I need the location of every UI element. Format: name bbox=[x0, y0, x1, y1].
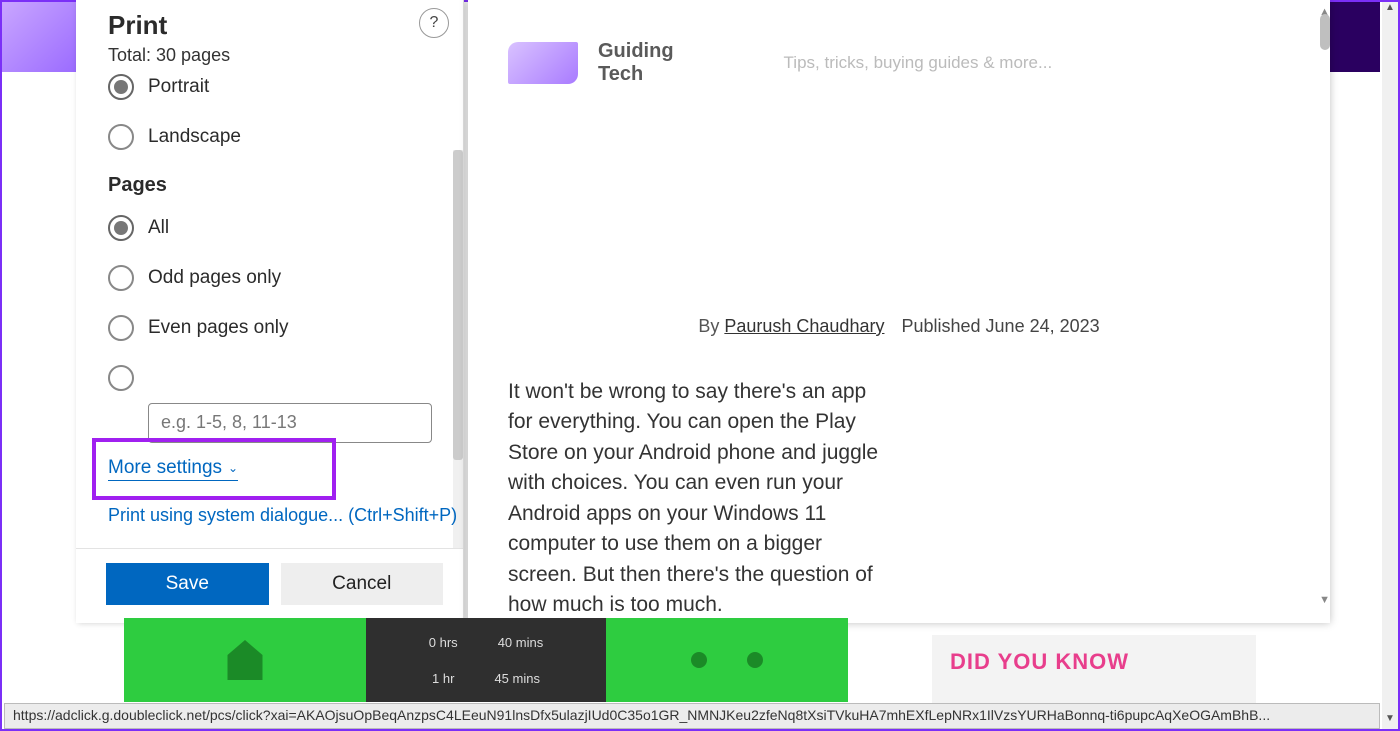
print-button-row: Save Cancel bbox=[76, 548, 463, 623]
site-name-line1: Guiding bbox=[598, 40, 674, 63]
more-settings-link[interactable]: More settings ⌄ bbox=[108, 457, 238, 481]
orientation-portrait-option[interactable]: Portrait bbox=[108, 74, 443, 100]
cancel-button[interactable]: Cancel bbox=[281, 563, 444, 605]
scroll-up-icon[interactable]: ▲ bbox=[1382, 2, 1398, 18]
pages-all-option[interactable]: All bbox=[108, 215, 443, 241]
time-cell: 0 hrs bbox=[429, 635, 458, 650]
radio-selected-icon bbox=[114, 80, 128, 94]
scroll-down-icon[interactable]: ▼ bbox=[1382, 713, 1398, 729]
pages-range-input[interactable] bbox=[148, 403, 432, 443]
print-dialog: Print Total: 30 pages ? Portrait Landsca… bbox=[76, 0, 464, 623]
more-settings-highlight: More settings ⌄ bbox=[92, 438, 336, 500]
pages-odd-option[interactable]: Odd pages only bbox=[108, 265, 443, 291]
background-image-banner: 0 hrs 40 mins 1 hr 45 mins bbox=[124, 618, 848, 702]
article-body: It won't be wrong to say there's an app … bbox=[468, 337, 888, 621]
question-icon: ? bbox=[430, 14, 439, 32]
browser-status-bar: https://adclick.g.doubleclick.net/pcs/cl… bbox=[4, 703, 1380, 729]
usage-time-panel: 0 hrs 40 mins 1 hr 45 mins bbox=[366, 618, 606, 702]
did-you-know-widget: DID YOU KNOW bbox=[932, 635, 1256, 703]
radio-unselected-icon bbox=[108, 315, 134, 341]
scrollbar-thumb[interactable] bbox=[453, 150, 463, 460]
page-header-gradient bbox=[2, 2, 77, 72]
landscape-label: Landscape bbox=[148, 126, 241, 148]
did-you-know-title: DID YOU KNOW bbox=[950, 649, 1238, 675]
published-date: Published June 24, 2023 bbox=[901, 316, 1099, 336]
site-name: Guiding Tech bbox=[598, 40, 674, 86]
print-title: Print bbox=[108, 10, 443, 41]
site-logo-icon bbox=[508, 42, 578, 84]
system-dialog-link[interactable]: Print using system dialogue... (Ctrl+Shi… bbox=[108, 505, 457, 526]
scrollbar-thumb[interactable] bbox=[1320, 14, 1330, 50]
pages-custom-option[interactable] bbox=[108, 365, 443, 391]
radio-unselected-icon bbox=[108, 365, 134, 391]
time-cell: 1 hr bbox=[432, 671, 454, 686]
print-total-pages: Total: 30 pages bbox=[108, 45, 443, 66]
scroll-down-icon[interactable]: ▼ bbox=[1319, 594, 1330, 606]
orientation-landscape-option[interactable]: Landscape bbox=[108, 124, 443, 150]
print-preview: Guiding Tech Tips, tricks, buying guides… bbox=[468, 0, 1330, 623]
options-scrollbar[interactable] bbox=[453, 150, 463, 548]
site-name-line2: Tech bbox=[598, 63, 674, 86]
pages-section-header: Pages bbox=[108, 174, 443, 197]
preview-site-header: Guiding Tech Tips, tricks, buying guides… bbox=[468, 0, 1330, 86]
preview-scrollbar[interactable]: ▲ ▼ bbox=[1320, 14, 1330, 606]
site-tagline: Tips, tricks, buying guides & more... bbox=[784, 53, 1053, 73]
pages-all-label: All bbox=[148, 217, 169, 239]
radio-unselected-icon bbox=[108, 265, 134, 291]
article-byline: By Paurush Chaudhary Published June 24, … bbox=[468, 316, 1330, 337]
radio-selected-icon bbox=[114, 221, 128, 235]
print-header: Print Total: 30 pages ? bbox=[76, 0, 463, 70]
time-cell: 45 mins bbox=[494, 671, 540, 686]
save-button[interactable]: Save bbox=[106, 563, 269, 605]
pages-even-option[interactable]: Even pages only bbox=[108, 315, 443, 341]
pages-even-label: Even pages only bbox=[148, 317, 289, 339]
radio-unselected-icon bbox=[108, 124, 134, 150]
pages-odd-label: Odd pages only bbox=[148, 267, 281, 289]
help-button[interactable]: ? bbox=[419, 8, 449, 38]
time-cell: 40 mins bbox=[498, 635, 544, 650]
portrait-label: Portrait bbox=[148, 76, 209, 98]
home-icon bbox=[220, 635, 270, 685]
chevron-down-icon: ⌄ bbox=[228, 461, 238, 475]
author-link[interactable]: Paurush Chaudhary bbox=[724, 316, 884, 336]
android-icon bbox=[691, 652, 763, 668]
window-scrollbar[interactable]: ▲ ▼ bbox=[1382, 2, 1398, 729]
more-settings-label: More settings bbox=[108, 457, 222, 479]
by-label: By bbox=[698, 316, 724, 336]
